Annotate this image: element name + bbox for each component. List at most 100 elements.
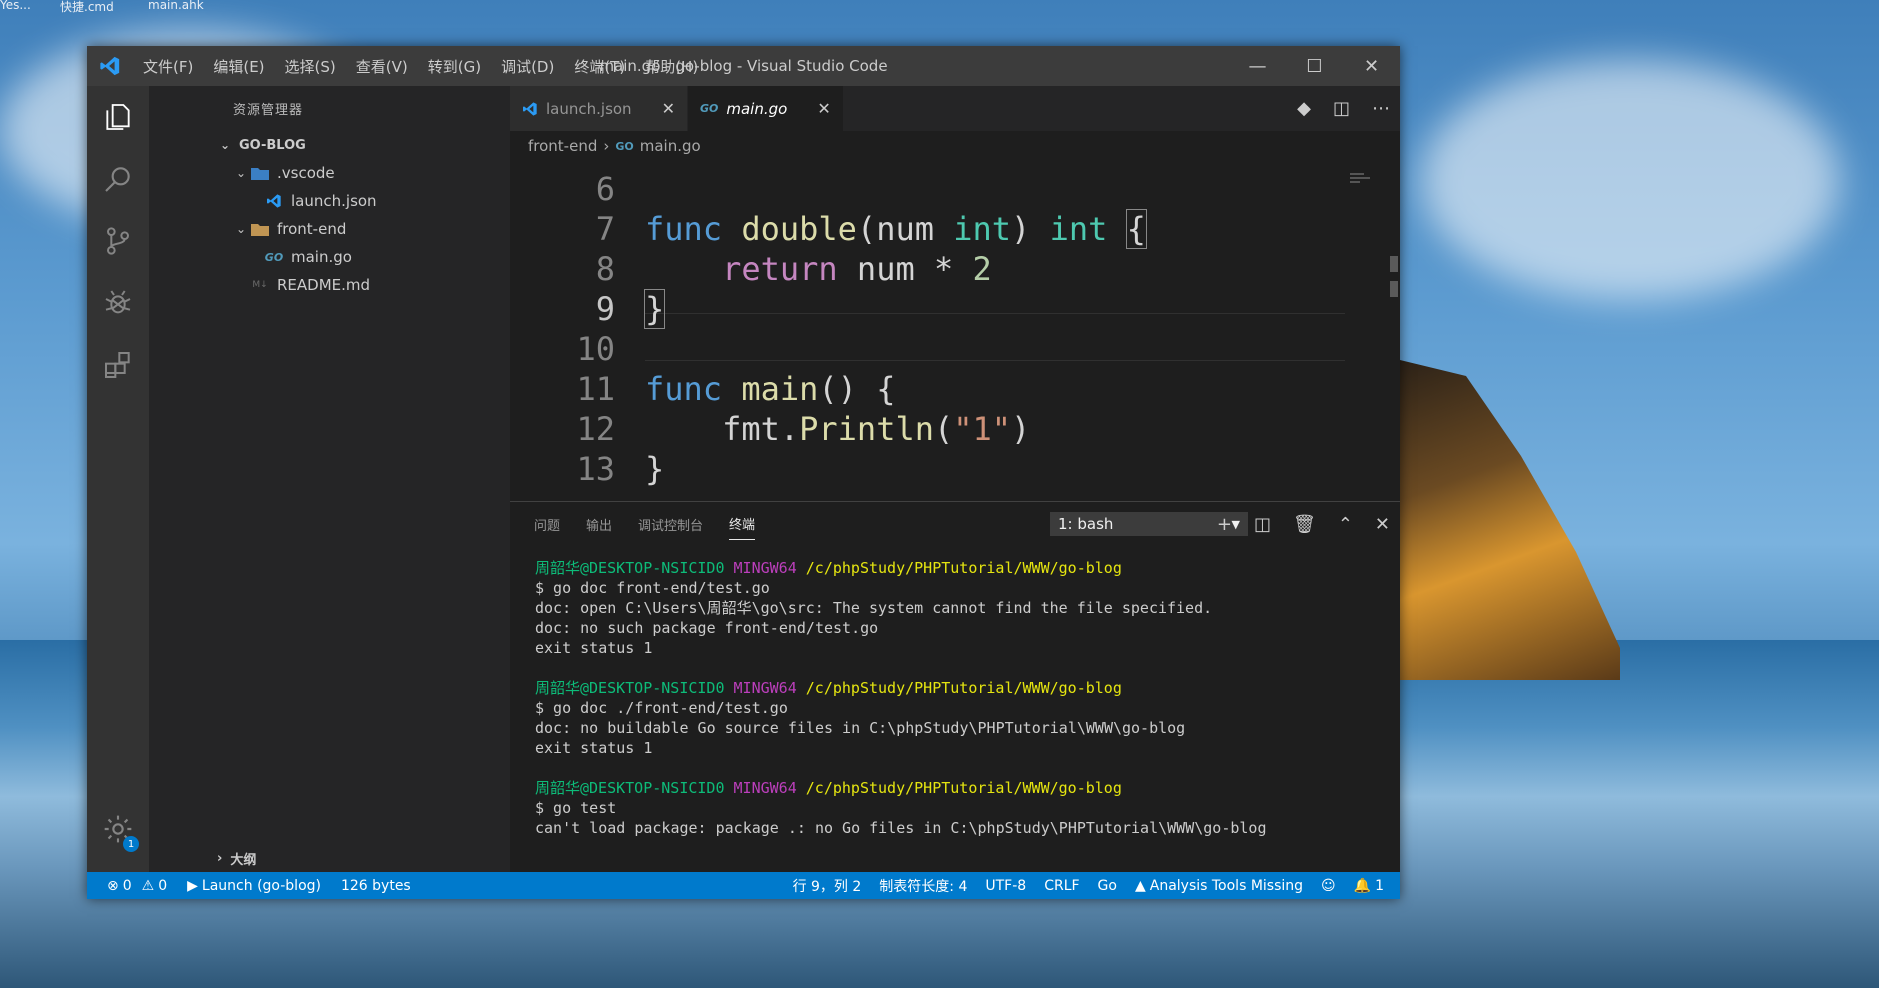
line-number: 10	[576, 330, 615, 368]
line-number: 7	[595, 210, 615, 248]
split-editor-icon[interactable]: ◫	[1333, 98, 1350, 119]
menu-bar: 文件(F) 编辑(E) 选择(S) 查看(V) 转到(G) 调试(D) 终端(T…	[133, 56, 708, 77]
tree-label: launch.json	[291, 192, 377, 210]
menu-edit[interactable]: 编辑(E)	[203, 56, 274, 77]
trash-icon[interactable]: 🗑	[1293, 514, 1316, 535]
line-number: 8	[595, 250, 615, 288]
line-number: 12	[576, 410, 615, 448]
panel-tab-debug-console[interactable]: 调试控制台	[638, 509, 703, 540]
language-status[interactable]: Go	[1098, 878, 1117, 894]
type-name: int	[953, 210, 1012, 248]
desktop-icon-label[interactable]: Yes...	[0, 0, 31, 12]
scrollbar-marker[interactable]	[1390, 281, 1398, 297]
bell-icon: 🔔	[1353, 877, 1372, 894]
explorer-icon[interactable]	[87, 86, 149, 148]
launch-config-status[interactable]: ▶ Launch (go-blog)	[187, 878, 321, 894]
string-literal: "1"	[953, 410, 1012, 448]
go-file-icon: GO	[264, 250, 284, 264]
package-name: fmt.	[722, 410, 800, 448]
tree-root-folder[interactable]: ⌄ GO-BLOG	[149, 131, 510, 159]
vscode-window: 文件(F) 编辑(E) 选择(S) 查看(V) 转到(G) 调试(D) 终端(T…	[87, 46, 1400, 899]
tree-file-readme[interactable]: M↓ README.md	[149, 271, 510, 299]
tab-close-icon[interactable]: ✕	[662, 99, 675, 118]
desktop-icon-label[interactable]: 快捷.cmd	[60, 0, 114, 15]
source-control-icon[interactable]	[87, 210, 149, 272]
minimize-button[interactable]: —	[1229, 46, 1286, 86]
brace: }	[645, 450, 665, 488]
warning-count: 0	[158, 877, 168, 894]
outline-label: 大纲	[230, 853, 257, 868]
tab-size-status[interactable]: 制表符长度: 4	[879, 876, 967, 896]
extensions-icon[interactable]	[87, 334, 149, 396]
tab-launch-json[interactable]: launch.json ✕	[510, 86, 688, 131]
new-terminal-icon[interactable]: +	[1217, 514, 1232, 535]
cursor-position-status[interactable]: 行 9，列 2	[793, 876, 862, 896]
error-icon: ⊗	[107, 877, 119, 894]
debug-icon[interactable]	[87, 272, 149, 334]
desktop-cliff	[1400, 360, 1620, 680]
tree-folder-front-end[interactable]: ⌄ front-end	[149, 215, 510, 243]
number-literal: 2	[972, 250, 992, 288]
code-text: () {	[818, 370, 896, 408]
maximize-button[interactable]: ☐	[1286, 46, 1343, 86]
terminal-output-line: $ go doc front-end/test.go	[535, 579, 770, 597]
search-icon[interactable]	[87, 148, 149, 210]
paren: (	[933, 410, 954, 448]
folder-icon	[249, 221, 271, 237]
minimap[interactable]	[1350, 171, 1380, 201]
terminal-output-line: can't load package: package .: no Go fil…	[535, 819, 1267, 837]
close-panel-icon[interactable]: ✕	[1375, 514, 1390, 535]
activity-bar: 1	[87, 86, 149, 872]
panel-tab-problems[interactable]: 问题	[534, 509, 560, 540]
terminal-prompt-line: 周韶华@DESKTOP-NSICID0 MINGW64 /c/phpStudy/…	[535, 678, 1400, 698]
menu-debug[interactable]: 调试(D)	[491, 56, 564, 77]
split-terminal-icon[interactable]: ◫	[1254, 514, 1271, 535]
tree-file-launch-json[interactable]: launch.json	[149, 187, 510, 215]
breadcrumb-folder[interactable]: front-end	[528, 137, 597, 155]
desktop-cloud	[1420, 60, 1840, 300]
tree-file-main-go[interactable]: GO main.go	[149, 243, 510, 271]
menu-selection[interactable]: 选择(S)	[275, 56, 346, 77]
notification-count: 1	[1375, 877, 1384, 894]
menu-go[interactable]: 转到(G)	[418, 56, 491, 77]
panel-tab-output[interactable]: 输出	[586, 509, 612, 540]
problems-status[interactable]: ⊗ 0 ⚠ 0	[107, 878, 167, 894]
terminal-output[interactable]: 周韶华@DESKTOP-NSICID0 MINGW64 /c/phpStudy/…	[510, 546, 1400, 872]
outline-section-header[interactable]: › 大纲	[217, 849, 256, 868]
terminal-output-line: doc: open C:\Users\周韶华\go\src: The syste…	[535, 599, 1213, 617]
tab-bar: launch.json ✕ GO main.go ✕ ◆ ◫ ⋯	[510, 86, 1400, 131]
tree-folder-vscode[interactable]: ⌄ .vscode	[149, 159, 510, 187]
tab-close-icon[interactable]: ✕	[817, 99, 830, 118]
matched-brace: }	[643, 289, 666, 329]
code-editor[interactable]: 6 7 func double(num int) int { 8 return …	[510, 161, 1400, 501]
terminal-output-line: exit status 1	[535, 639, 653, 657]
eol-status[interactable]: CRLF	[1044, 878, 1079, 894]
tab-main-go[interactable]: GO main.go ✕	[687, 86, 844, 131]
desktop-icon-label[interactable]: main.ahk	[148, 0, 204, 12]
matched-brace: {	[1125, 209, 1147, 249]
close-window-button[interactable]: ✕	[1343, 46, 1400, 86]
scrollbar-marker[interactable]	[1390, 256, 1398, 272]
analysis-tools-status[interactable]: ▲ Analysis Tools Missing	[1135, 878, 1303, 894]
function-name: double	[741, 210, 857, 248]
manage-gear-icon[interactable]: 1	[87, 798, 149, 860]
breadcrumb-file[interactable]: main.go	[640, 137, 701, 155]
function-name: main	[741, 370, 819, 408]
maximize-panel-icon[interactable]: ⌃	[1338, 514, 1353, 535]
tree-label: .vscode	[277, 164, 335, 182]
open-changes-icon[interactable]: ◆	[1297, 98, 1311, 119]
encoding-status[interactable]: UTF-8	[985, 878, 1026, 894]
menu-help[interactable]: 帮助(H)	[635, 56, 708, 77]
menu-terminal[interactable]: 终端(T)	[564, 56, 635, 77]
feedback-smiley-icon[interactable]: ☺	[1321, 878, 1336, 894]
notifications-status[interactable]: 🔔 1	[1354, 878, 1384, 894]
bottom-panel: 问题 输出 调试控制台 终端 1: bash ▼ + ◫ 🗑 ⌃ ✕ 周韶华@D…	[510, 501, 1400, 872]
terminal-output-line: exit status 1	[535, 739, 653, 757]
prompt-user: 周韶华@DESKTOP-NSICID0	[535, 559, 725, 577]
terminal-select-value: 1: bash	[1058, 515, 1114, 533]
menu-file[interactable]: 文件(F)	[133, 56, 203, 77]
menu-view[interactable]: 查看(V)	[346, 56, 418, 77]
more-actions-icon[interactable]: ⋯	[1372, 98, 1390, 119]
panel-tab-terminal[interactable]: 终端	[729, 508, 756, 540]
